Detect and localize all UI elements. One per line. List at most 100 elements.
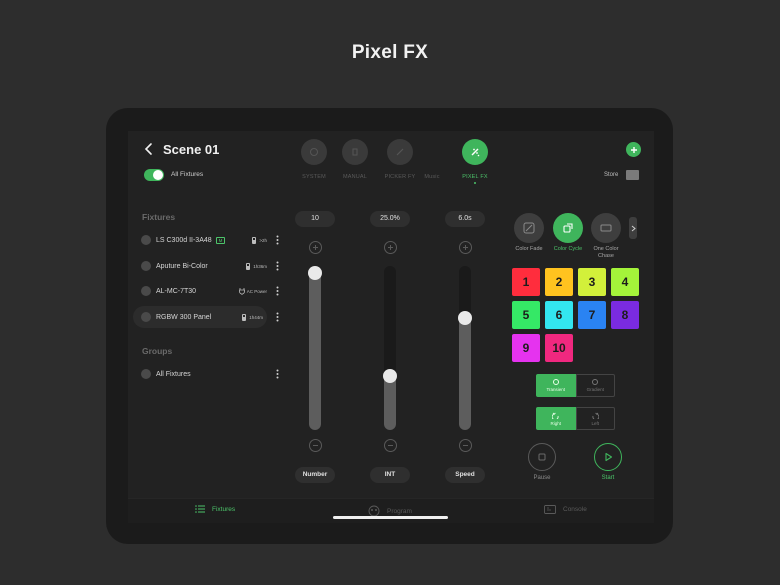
- manual-icon: [342, 139, 368, 165]
- minus-circle-icon[interactable]: [459, 439, 472, 452]
- color-cell-number: 10: [552, 341, 566, 355]
- pause-button[interactable]: Pause: [527, 443, 557, 481]
- transition-gradient[interactable]: Gradient: [575, 374, 615, 397]
- fixtures-section-title: Fixtures: [142, 212, 176, 222]
- app-screen: Scene 01 All Fixtures SYSTEM MANUAL PICK…: [128, 131, 654, 523]
- fixture-row-selected[interactable]: RGBW 300 Panel 1h44m: [133, 306, 279, 328]
- more-vertical-icon[interactable]: [276, 312, 279, 322]
- slider-thumb[interactable]: [308, 265, 322, 280]
- fixture-status-dot: [141, 261, 151, 271]
- fixture-status-dot: [141, 312, 151, 322]
- effect-color-cycle[interactable]: Color Cycle: [547, 213, 589, 253]
- add-button[interactable]: [626, 142, 641, 157]
- seg-label: Transient: [546, 387, 566, 392]
- fixture-power-value: 1h44m: [249, 314, 263, 320]
- color-cell-3[interactable]: 3: [578, 268, 606, 296]
- tab-label: Program: [387, 507, 412, 515]
- plus-circle-icon[interactable]: [459, 241, 472, 254]
- color-cell-10[interactable]: 10: [545, 334, 573, 362]
- play-icon: [594, 443, 622, 471]
- home-indicator[interactable]: [333, 516, 448, 519]
- pause-icon: [528, 443, 556, 471]
- tab-console[interactable]: Console: [544, 505, 587, 514]
- transition-transient[interactable]: Transient: [536, 374, 576, 397]
- system-icon: [301, 139, 327, 165]
- color-cell-5[interactable]: 5: [512, 301, 540, 329]
- group-name: All Fixtures: [156, 370, 191, 378]
- next-effects-button[interactable]: [629, 217, 637, 239]
- slider-thumb[interactable]: [383, 368, 397, 383]
- pause-label: Pause: [533, 475, 551, 481]
- fixture-power: 1h44m: [242, 313, 263, 321]
- minus-circle-icon[interactable]: [384, 439, 397, 452]
- fixture-power-value: AC Power: [246, 288, 267, 294]
- direction-right[interactable]: Right: [536, 407, 576, 430]
- seg-label: Left: [591, 420, 599, 426]
- color-cell-2[interactable]: 2: [545, 268, 573, 296]
- fixture-row[interactable]: LS C300d II-3A48 M >2h: [133, 229, 279, 251]
- tab-bar: Fixtures Program Console: [128, 498, 654, 523]
- slider-label: Speed: [445, 467, 485, 483]
- color-cell-number: 3: [588, 275, 596, 289]
- slider-fill: [459, 318, 471, 430]
- more-vertical-icon[interactable]: [276, 261, 279, 271]
- slider-track[interactable]: [459, 266, 471, 430]
- color-cell-7[interactable]: 7: [578, 301, 606, 329]
- color-cell-number: 2: [555, 275, 563, 289]
- rotate-left-icon: [592, 412, 600, 419]
- effect-one-color-chase[interactable]: One Color Chase: [585, 213, 627, 260]
- fixture-status-dot: [141, 286, 151, 296]
- color-cell-8[interactable]: 8: [611, 301, 639, 329]
- fixture-row[interactable]: AL-MC-7T30 AC Power: [133, 280, 279, 302]
- color-cell-1[interactable]: 1: [512, 268, 540, 296]
- plus-circle-icon[interactable]: [384, 241, 397, 254]
- color-cell-6[interactable]: 6: [545, 301, 573, 329]
- all-fixtures-toggle[interactable]: [144, 169, 164, 181]
- fixture-row[interactable]: Aputure Bi-Color 1h36m: [133, 255, 279, 277]
- slider-value: 25.0%: [370, 211, 410, 227]
- direction-selector: Right Left: [536, 407, 615, 430]
- transient-icon: [552, 379, 559, 385]
- number-slider: 10 Number: [295, 211, 335, 483]
- color-cycle-icon: [553, 213, 583, 243]
- color-cell-number: 5: [522, 308, 530, 322]
- slider-track[interactable]: [309, 266, 321, 430]
- mode-manual[interactable]: MANUAL: [335, 139, 375, 180]
- fixture-power-value: 1h36m: [253, 263, 267, 269]
- fixture-status-dot: [141, 235, 151, 245]
- group-row[interactable]: All Fixtures: [133, 363, 279, 385]
- color-cell-number: 9: [522, 341, 530, 355]
- more-vertical-icon[interactable]: [276, 286, 279, 296]
- minus-circle-icon[interactable]: [309, 439, 322, 452]
- color-cell-4[interactable]: 4: [611, 268, 639, 296]
- back-button[interactable]: [142, 141, 156, 157]
- fixture-name: Aputure Bi-Color: [156, 262, 208, 270]
- color-cell-9[interactable]: 9: [512, 334, 540, 362]
- page-title: Pixel FX: [351, 42, 429, 63]
- tab-label: Fixtures: [212, 505, 236, 513]
- color-fade-icon: [514, 213, 544, 243]
- more-vertical-icon[interactable]: [276, 369, 279, 379]
- fixture-power: 1h36m: [246, 262, 267, 270]
- fixture-power-value: >2h: [259, 237, 267, 243]
- slider-label: Number: [295, 467, 335, 483]
- speed-slider: 6.0s Speed: [445, 211, 485, 483]
- slider-track[interactable]: [384, 266, 396, 430]
- tab-label: Console: [563, 506, 587, 513]
- battery-icon: [252, 236, 257, 244]
- effect-color-fade[interactable]: Color Fade: [508, 213, 550, 253]
- gradient-icon: [592, 379, 599, 385]
- mode-pixel-fx[interactable]: PIXEL FX: [455, 139, 495, 184]
- more-vertical-icon[interactable]: [276, 235, 279, 245]
- mode-music[interactable]: Music: [412, 139, 452, 180]
- group-status-dot: [141, 369, 151, 379]
- direction-left[interactable]: Left: [575, 407, 615, 430]
- slider-fill: [309, 272, 321, 430]
- tab-fixtures[interactable]: Fixtures: [195, 505, 235, 513]
- folder-icon[interactable]: [626, 170, 639, 180]
- color-cell-number: 7: [588, 308, 596, 322]
- start-button[interactable]: Start: [593, 443, 623, 481]
- store-label: Store: [604, 172, 619, 178]
- mode-system[interactable]: SYSTEM: [294, 139, 334, 180]
- plus-circle-icon[interactable]: [309, 241, 322, 254]
